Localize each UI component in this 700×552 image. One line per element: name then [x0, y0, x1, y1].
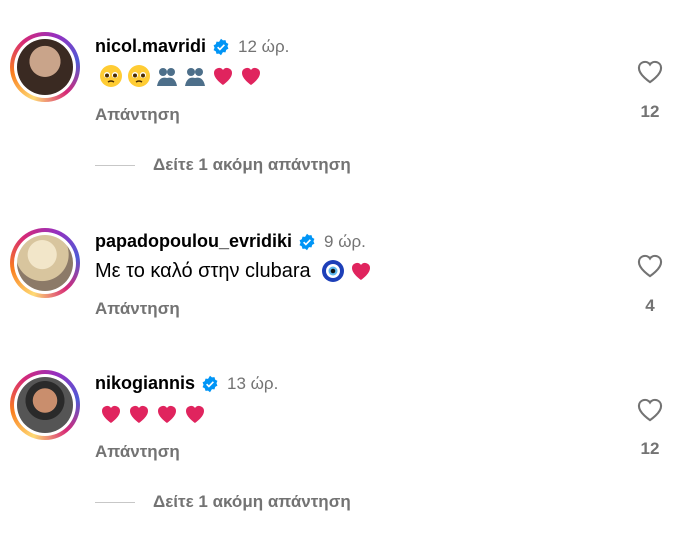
like-heart-icon[interactable] [636, 58, 664, 84]
pleading-face-icon [100, 65, 122, 87]
verified-badge-icon [213, 38, 229, 55]
timestamp: 13 ώρ. [227, 373, 279, 393]
like-heart-icon[interactable] [636, 396, 664, 422]
username-row: nikogiannis 13 ώρ. [95, 373, 278, 394]
pleading-face-icon [128, 65, 150, 87]
like-count: 12 [640, 102, 660, 121]
avatar[interactable] [10, 370, 80, 440]
red-heart-icon [130, 406, 148, 423]
red-heart-icon [351, 263, 370, 280]
comment-text [95, 64, 263, 88]
view-more-replies[interactable]: Δείτε 1 ακόμη απάντηση [95, 155, 351, 175]
username[interactable]: papadopoulou_evridiki [95, 231, 292, 252]
like-count: 4 [645, 296, 655, 315]
people-hugging-icon [185, 68, 205, 86]
red-heart-icon [102, 406, 120, 423]
people-hugging-icon [157, 68, 177, 86]
avatar[interactable] [10, 32, 80, 102]
divider-line [95, 501, 135, 503]
avatar[interactable] [10, 228, 80, 298]
verified-badge-icon [202, 375, 218, 392]
divider-line [95, 164, 135, 166]
reply-button[interactable]: Απάντηση [95, 442, 180, 462]
like-heart-icon[interactable] [636, 252, 664, 278]
comment-text: Με το καλό στην clubara [95, 259, 373, 283]
red-heart-icon [214, 68, 232, 85]
red-heart-icon [242, 68, 260, 85]
red-heart-icon [158, 406, 176, 423]
like-count: 12 [640, 439, 660, 458]
timestamp: 9 ώρ. [324, 231, 366, 251]
nazar-amulet-icon [321, 260, 344, 282]
reply-button[interactable]: Απάντηση [95, 299, 180, 319]
username-row: nicol.mavridi 12 ώρ. [95, 36, 289, 57]
username-row: papadopoulou_evridiki 9 ώρ. [95, 231, 366, 252]
reply-button[interactable]: Απάντηση [95, 105, 180, 125]
verified-badge-icon [299, 233, 315, 250]
username[interactable]: nikogiannis [95, 373, 195, 394]
comment-text [95, 402, 207, 426]
view-more-replies[interactable]: Δείτε 1 ακόμη απάντηση [95, 492, 351, 512]
timestamp: 12 ώρ. [238, 36, 290, 56]
username[interactable]: nicol.mavridi [95, 36, 206, 57]
red-heart-icon [186, 406, 204, 423]
